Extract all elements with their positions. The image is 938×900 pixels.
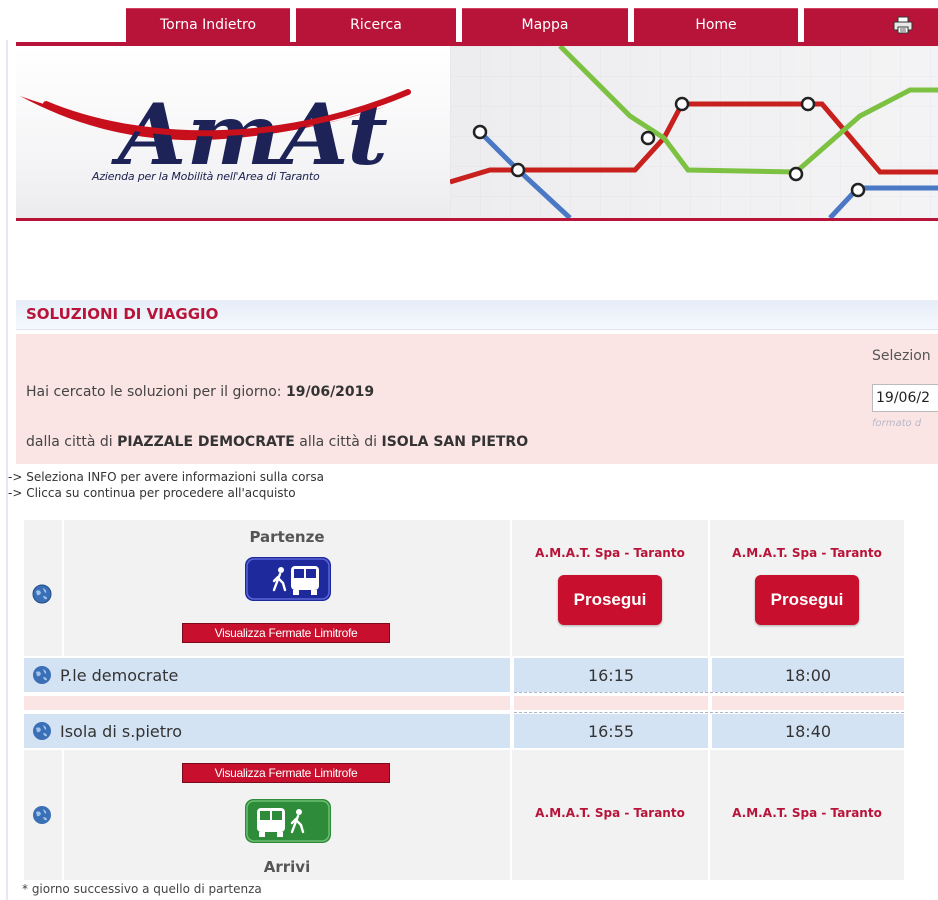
separator-row [24,696,510,710]
nearby-stops-button-arrivals[interactable]: Visualizza Fermate Limitrofe [182,763,390,783]
back-tab[interactable]: Torna Indietro [126,8,290,42]
info-globe-icon[interactable] [32,805,52,825]
section-title: SOLUZIONI DI VIAGGIO [26,305,219,323]
info-globe-icon[interactable] [32,584,52,604]
transit-map-graphic [449,46,938,220]
separator-cell [712,696,904,710]
info-hint: -> Seleziona INFO per avere informazioni… [8,470,324,484]
run1-company-top: A.M.A.T. Spa - Taranto [535,546,685,560]
to-city: ISOLA SAN PIETRO [381,434,529,450]
search-route-line: dalla città di PIAZZALE DEMOCRATE alla c… [26,434,528,450]
arrivals-title: Arrivi [263,858,311,876]
print-tab[interactable] [804,8,938,42]
route-text-a: dalla città di [26,434,118,450]
row-divider [514,692,904,693]
transit-lines [449,46,938,220]
search-summary: Hai cercato le soluzioni per il giorno: … [16,334,938,464]
logo-area: AmAt Azienda per la Mobilità nell'Area d… [16,46,450,218]
map-tab[interactable]: Mappa [462,8,628,42]
search-date: 19/06/2019 [285,384,375,400]
home-tab[interactable]: Home [634,8,798,42]
from-city: PIAZZALE DEMOCRATE [117,434,295,450]
run2-company-top: A.M.A.T. Spa - Taranto [732,546,882,560]
route-text-b: alla città di [294,434,382,450]
top-nav: Torna Indietro Ricerca Mappa Home [0,8,938,46]
run1-arrival-time: 16:55 [587,722,635,741]
arrival-stop-globe-icon[interactable] [32,721,52,741]
search-date-prefix: Hai cercato le soluzioni per il giorno: [26,384,286,400]
logo-tagline: Azienda per la Mobilità nell'Area di Tar… [92,170,320,183]
printer-icon [893,16,913,34]
row-divider [514,712,904,713]
select-date-label: Selezion [872,348,931,364]
departure-stop-globe-icon[interactable] [32,665,52,685]
run2-proceed-button[interactable]: Prosegui [755,575,859,625]
run1-departure-time: 16:15 [587,666,635,685]
run1-company-bottom: A.M.A.T. Spa - Taranto [535,806,685,820]
search-tab[interactable]: Ricerca [296,8,456,42]
section-header: SOLUZIONI DI VIAGGIO [16,300,938,330]
nearby-stops-button-departures[interactable]: Visualizza Fermate Limitrofe [182,623,390,643]
date-format-hint: formato d [872,418,922,429]
arrival-stop-name: Isola di s.pietro [60,722,183,741]
separator-cell [514,696,708,710]
continue-hint: -> Clicca su continua per procedere all'… [8,486,296,500]
run2-departure-time: 18:00 [784,666,832,685]
departure-bus-icon [245,557,331,601]
header-banner: AmAt Azienda per la Mobilità nell'Area d… [16,46,938,220]
run2-arrival-time: 18:40 [784,722,832,741]
run1-proceed-button[interactable]: Prosegui [558,575,662,625]
departures-title: Partenze [249,528,325,546]
run2-company-bottom: A.M.A.T. Spa - Taranto [732,806,882,820]
footnote: * giorno successivo a quello di partenza [22,882,262,896]
search-date-line: Hai cercato le soluzioni per il giorno: … [26,384,374,400]
arrival-bus-icon [245,799,331,843]
date-input[interactable]: 19/06/2 [872,384,938,412]
banner-underline [16,218,938,221]
amat-logo: AmAt [20,85,411,184]
departure-stop-name: P.le democrate [60,666,179,685]
